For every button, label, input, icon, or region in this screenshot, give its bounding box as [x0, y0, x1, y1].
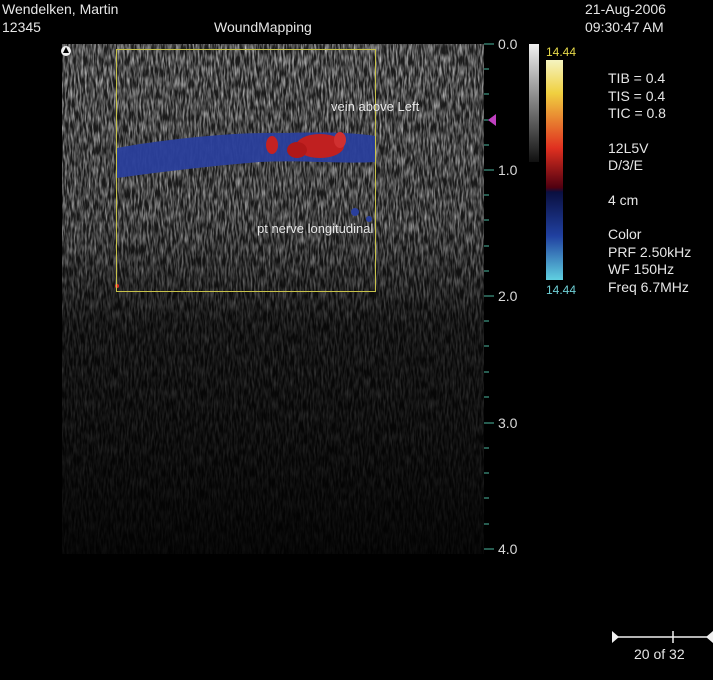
depth-label: 3.0	[498, 415, 518, 431]
color-scale-top-value: 14.44	[546, 45, 577, 59]
imaging-parameters: TIB = 0.4 TIS = 0.4 TIC = 0.8 12L5V D/3/…	[608, 70, 691, 296]
annotation-vein: vein above Left	[331, 99, 420, 114]
depth-label: 4.0	[498, 541, 518, 557]
cine-slider[interactable]	[612, 631, 713, 643]
exam-date: 21-Aug-2006	[585, 1, 666, 17]
orientation-marker-icon	[61, 46, 71, 56]
wall-filter-value: WF 150Hz	[608, 261, 675, 277]
probe-name: 12L5V	[608, 139, 649, 156]
depth-label: 2.0	[498, 288, 518, 304]
tic-value: TIC = 0.8	[608, 105, 666, 121]
frequency-value: Freq 6.7MHz	[608, 278, 689, 295]
greyscale-bar	[529, 44, 539, 162]
color-roi-box	[116, 49, 376, 292]
patient-id: 12345	[2, 19, 41, 35]
study-title: WoundMapping	[214, 19, 312, 35]
annotation-nerve: pt nerve longitudinal	[257, 221, 374, 236]
depth-label: 0.0	[498, 36, 518, 52]
color-mode: Color	[608, 226, 642, 242]
prf-value: PRF 2.50kHz	[608, 243, 692, 260]
tib-value: TIB = 0.4	[608, 70, 666, 86]
color-scale-bottom-value: 14.44	[546, 283, 577, 297]
depth-value: 4 cm	[608, 191, 639, 208]
mode-value: D/3/E	[608, 157, 644, 173]
color-velocity-scale	[546, 60, 563, 280]
exam-time: 09:30:47 AM	[585, 19, 664, 35]
depth-label: 1.0	[498, 162, 518, 178]
tis-value: TIS = 0.4	[608, 87, 666, 104]
frame-counter: 20 of 32	[634, 646, 685, 662]
focus-marker	[488, 114, 496, 126]
patient-name: Wendelken, Martin	[2, 1, 119, 17]
